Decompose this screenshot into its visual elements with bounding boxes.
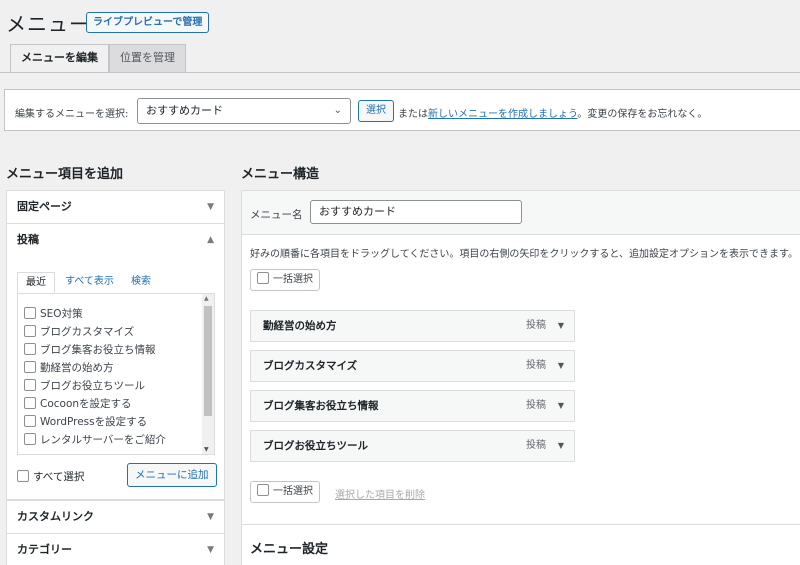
- menu-item-title: 勤経営の始め方: [263, 320, 337, 332]
- list-item[interactable]: ブログカスタマイズ: [24, 324, 134, 339]
- select-menu-button[interactable]: 選択: [358, 100, 394, 122]
- checkbox[interactable]: [24, 343, 36, 355]
- list-item[interactable]: ブログお役立ちツール: [24, 378, 145, 393]
- menu-item-type: 投稿: [526, 320, 546, 331]
- list-item[interactable]: 勤経営の始め方: [24, 360, 114, 375]
- post-list-scrollbar[interactable]: ▲ ▼: [202, 294, 214, 454]
- bulk-select-button[interactable]: 一括選択: [250, 481, 320, 503]
- post-label: SEO対策: [40, 308, 83, 320]
- accordion-categories: カテゴリー ▼: [6, 533, 225, 565]
- bulk-select-label: 一括選択: [273, 274, 313, 285]
- checkbox[interactable]: [24, 397, 36, 409]
- accordion-pages-label: 固定ページ: [17, 200, 72, 213]
- scroll-down-icon[interactable]: ▼: [204, 446, 209, 453]
- create-menu-text-after: 。変更の保存をお忘れなく。: [577, 109, 708, 120]
- caret-up-icon: ▲: [207, 235, 214, 245]
- select-all-label: すべて選択: [33, 471, 85, 483]
- checkbox[interactable]: [24, 415, 36, 427]
- menu-item-title: ブログ集客お役立ち情報: [263, 400, 379, 412]
- list-item[interactable]: レンタルサーバーをご紹介: [24, 432, 166, 447]
- menu-name-input[interactable]: おすすめカード: [310, 200, 522, 224]
- accordion-categories-header[interactable]: カテゴリー ▼: [7, 534, 224, 565]
- add-menu-items-title: メニュー項目を追加: [6, 167, 124, 182]
- accordion-custom-links-header[interactable]: カスタムリンク ▼: [7, 501, 224, 533]
- checkbox[interactable]: [17, 470, 29, 482]
- menu-item-title: ブログお役立ちツール: [263, 440, 368, 452]
- post-checklist: SEO対策 ブログカスタマイズ ブログ集客お役立ち情報 勤経営の始め方 ブログお…: [17, 293, 215, 455]
- add-to-menu-button[interactable]: メニューに追加: [127, 463, 217, 487]
- accordion-pages: 固定ページ ▼: [6, 190, 225, 224]
- accordion-categories-label: カテゴリー: [17, 543, 72, 556]
- create-menu-link[interactable]: 新しいメニューを作成しましょう: [428, 109, 577, 120]
- menu-item[interactable]: ブログお役立ちツール 投稿 ▼: [250, 430, 575, 462]
- settings-divider: [242, 524, 800, 525]
- chevron-down-icon: ⌄: [333, 105, 342, 116]
- checkbox[interactable]: [257, 484, 269, 496]
- accordion-custom-links-label: カスタムリンク: [17, 510, 94, 523]
- tab-manage-locations[interactable]: 位置を管理: [109, 44, 186, 72]
- menu-item[interactable]: ブログカスタマイズ 投稿 ▼: [250, 350, 575, 382]
- menu-structure-title: メニュー構造: [241, 167, 320, 182]
- post-label: ブログカスタマイズ: [40, 326, 135, 338]
- bulk-select-label: 一括選択: [273, 486, 313, 497]
- caret-down-icon: ▼: [207, 545, 214, 555]
- accordion-posts-label: 投稿: [17, 233, 39, 246]
- delete-selected-link[interactable]: 選択した項目を削除: [335, 486, 425, 501]
- create-menu-text: または新しいメニューを作成しましょう。変更の保存をお忘れなく。: [398, 105, 707, 120]
- tabs-divider: [0, 72, 800, 73]
- post-label: レンタルサーバーをご紹介: [40, 434, 166, 446]
- scrollbar-thumb[interactable]: [204, 306, 212, 416]
- drag-instructions: 好みの順番に各項目をドラッグしてください。項目の右側の矢印をクリックすると、追加…: [250, 249, 798, 260]
- menu-select-value: おすすめカード: [146, 104, 223, 117]
- menu-select-bar: 編集するメニューを選択: おすすめカード ⌄ 選択 または新しいメニューを作成し…: [4, 89, 800, 131]
- caret-down-icon: ▼: [207, 512, 214, 522]
- menu-item[interactable]: ブログ集客お役立ち情報 投稿 ▼: [250, 390, 575, 422]
- tab-search[interactable]: 検索: [131, 272, 151, 293]
- list-item[interactable]: WordPressを設定する: [24, 414, 147, 429]
- post-label: WordPressを設定する: [40, 416, 148, 428]
- post-label: ブログ集客お役立ち情報: [40, 344, 156, 356]
- caret-down-icon[interactable]: ▼: [558, 351, 564, 381]
- bulk-select-button[interactable]: 一括選択: [250, 269, 320, 291]
- menu-name-header: メニュー名 おすすめカード: [242, 191, 800, 235]
- checkbox[interactable]: [24, 433, 36, 445]
- scroll-up-icon[interactable]: ▲: [204, 295, 209, 302]
- checkbox[interactable]: [24, 361, 36, 373]
- create-menu-text-before: または: [398, 109, 428, 120]
- caret-down-icon[interactable]: ▼: [558, 431, 564, 461]
- accordion-pages-header[interactable]: 固定ページ ▼: [7, 191, 224, 223]
- menu-item-type: 投稿: [526, 360, 546, 371]
- tab-view-all[interactable]: すべて表示: [65, 272, 114, 293]
- checkbox[interactable]: [257, 272, 269, 284]
- caret-down-icon[interactable]: ▼: [558, 311, 564, 341]
- checkbox[interactable]: [24, 307, 36, 319]
- tab-edit-menus[interactable]: メニューを編集: [10, 44, 109, 73]
- menu-select-dropdown[interactable]: おすすめカード ⌄: [137, 98, 351, 124]
- accordion-posts: 投稿 ▲ 最近 すべて表示 検索 SEO対策 ブログカスタマイズ ブログ集客お役…: [6, 223, 225, 500]
- menu-item-title: ブログカスタマイズ: [263, 360, 358, 372]
- checkbox[interactable]: [24, 325, 36, 337]
- caret-down-icon[interactable]: ▼: [558, 391, 564, 421]
- post-label: ブログお役立ちツール: [40, 380, 145, 392]
- select-all-checkbox[interactable]: すべて選択: [17, 469, 84, 484]
- accordion-custom-links: カスタムリンク ▼: [6, 500, 225, 534]
- menu-item[interactable]: 勤経営の始め方 投稿 ▼: [250, 310, 575, 342]
- post-label: Cocoonを設定する: [40, 398, 132, 410]
- menu-item-type: 投稿: [526, 400, 546, 411]
- accordion-posts-header[interactable]: 投稿 ▲: [7, 224, 224, 256]
- list-item[interactable]: Cocoonを設定する: [24, 396, 132, 411]
- tab-recent[interactable]: 最近: [17, 272, 55, 293]
- menu-structure-panel: メニュー名 おすすめカード 好みの順番に各項目をドラッグしてください。項目の右側…: [241, 190, 800, 565]
- live-preview-button[interactable]: ライブプレビューで管理: [86, 12, 210, 33]
- list-item[interactable]: ブログ集客お役立ち情報: [24, 342, 156, 357]
- list-item[interactable]: SEO対策: [24, 306, 83, 321]
- post-label: 勤経営の始め方: [40, 362, 114, 374]
- menu-name-label: メニュー名: [250, 209, 303, 221]
- page-title: メニュー: [6, 12, 90, 36]
- menu-settings-title: メニュー設定: [250, 542, 329, 557]
- checkbox[interactable]: [24, 379, 36, 391]
- caret-down-icon: ▼: [207, 202, 214, 212]
- menu-select-label: 編集するメニューを選択:: [15, 109, 129, 120]
- menu-item-type: 投稿: [526, 440, 546, 451]
